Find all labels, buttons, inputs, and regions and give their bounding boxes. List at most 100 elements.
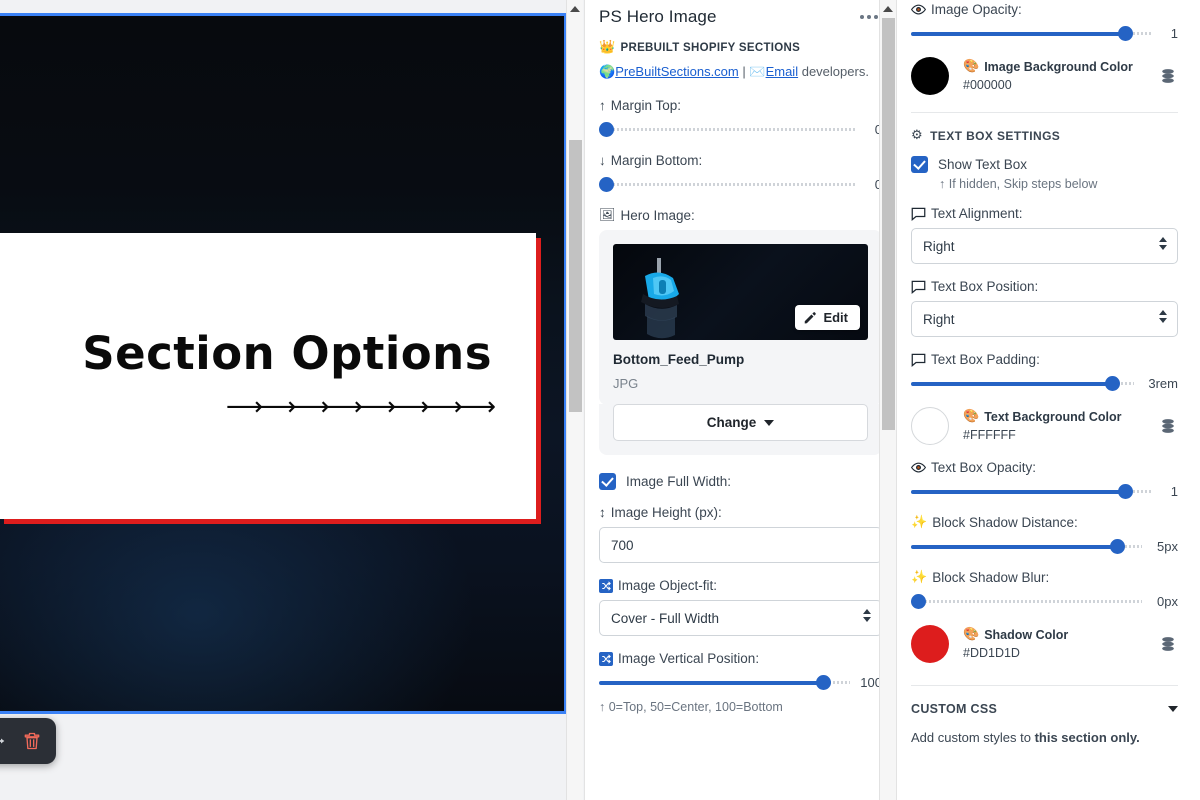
scroll-up-arrow[interactable] [567, 0, 583, 17]
change-image-button[interactable]: Change [613, 404, 868, 442]
slider-track-filled [911, 31, 1126, 36]
field-image-full-width[interactable]: Image Full Width: [599, 473, 882, 491]
text-background-color-hex: #FFFFFF [963, 427, 1016, 442]
block-shadow-blur-value: 0px [1157, 593, 1178, 609]
image-background-color-name-row: 🎨 Image Background Color [963, 59, 1144, 76]
image-opacity-slider[interactable] [911, 24, 1152, 42]
text-alignment-label: Text Alignment: [931, 206, 1023, 221]
field-image-object-fit: Image Object-fit: Cover - Full Width [599, 578, 882, 637]
text-box-settings-header: TEXT BOX SETTINGS [930, 128, 1061, 143]
image-background-color-hex: #000000 [963, 77, 1012, 92]
database-icon[interactable] [1158, 66, 1178, 86]
margin-bottom-slider[interactable] [599, 175, 856, 193]
slider-thumb[interactable] [599, 122, 614, 138]
move-icon[interactable] [0, 731, 6, 751]
margin-top-slider[interactable] [599, 120, 856, 138]
margin-top-label: Margin Top: [610, 98, 682, 114]
palette-icon: 🎨 [963, 626, 980, 642]
text-box-position-select[interactable]: Right [911, 301, 1178, 337]
gear-icon: ⚙ [911, 128, 924, 143]
image-background-color-swatch[interactable] [911, 57, 949, 95]
text-alignment-select[interactable]: Right [911, 228, 1178, 264]
text-background-color-swatch[interactable] [911, 407, 949, 445]
field-image-background-color: 🎨 Image Background Color #000000 [911, 57, 1178, 95]
image-background-color-name: Image Background Color [984, 60, 1133, 75]
section-float-toolbar[interactable] [0, 718, 56, 764]
block-shadow-distance-value: 5px [1157, 538, 1178, 554]
image-object-fit-label-row: Image Object-fit: [599, 578, 882, 593]
field-image-vertical-position: Image Vertical Position: 100 ↑ 0=Top, 50… [599, 651, 882, 714]
field-text-background-color: 🎨 Text Background Color #FFFFFF [911, 407, 1178, 445]
block-shadow-blur-slider[interactable] [911, 592, 1142, 610]
slider-thumb[interactable] [599, 177, 614, 193]
slider-thumb[interactable] [815, 675, 831, 691]
scroll-thumb[interactable] [569, 140, 582, 412]
hero-text-box[interactable]: Section Options ⟶⟶⟶⟶⟶⟶⟶⟶ [0, 233, 536, 519]
text-box-position-value: Right [923, 311, 955, 327]
image-object-fit-label: Image Object-fit: [618, 578, 718, 594]
margin-bottom-label-row: ↓ Margin Bottom: [599, 153, 882, 168]
eye-icon [911, 462, 926, 473]
custom-css-note-prefix: Add custom styles to [911, 730, 1035, 745]
image-vertical-position-hint: ↑ 0=Top, 50=Center, 100=Bottom [599, 700, 783, 715]
hero-heading: Section Options [82, 327, 492, 381]
eye-icon [911, 4, 926, 15]
image-object-fit-select[interactable]: Cover - Full Width [599, 600, 882, 637]
text-box-opacity-slider[interactable] [911, 482, 1152, 500]
speech-bubble-icon [911, 207, 926, 221]
slider-thumb[interactable] [1118, 484, 1134, 499]
select-spinner-icon [863, 609, 871, 623]
shadow-color-swatch[interactable] [911, 625, 949, 663]
shadow-color-name: Shadow Color [984, 628, 1069, 643]
sparkles-icon: ✨ [911, 570, 928, 585]
image-height-input[interactable] [599, 527, 882, 564]
show-text-box-checkbox[interactable] [911, 156, 928, 173]
brand-label: PREBUILT SHOPIFY SECTIONS [620, 41, 801, 54]
image-thumbnail[interactable]: Edit [613, 244, 868, 341]
section-divider [911, 112, 1178, 113]
margin-bottom-label: Margin Bottom: [610, 153, 703, 169]
edit-image-button[interactable]: Edit [795, 305, 860, 331]
text-box-padding-label-row: Text Box Padding: [911, 352, 1178, 367]
email-link[interactable]: Email [766, 64, 799, 79]
custom-css-header[interactable]: CUSTOM CSS [911, 702, 1178, 716]
trash-icon[interactable] [22, 731, 42, 751]
field-margin-top: ↑ Margin Top: 0 [599, 98, 882, 138]
selected-section-preview[interactable]: Section Options ⟶⟶⟶⟶⟶⟶⟶⟶ [0, 13, 567, 714]
slider-thumb[interactable] [1118, 26, 1134, 41]
database-icon[interactable] [1158, 634, 1178, 654]
field-show-text-box[interactable]: Show Text Box [911, 156, 1178, 173]
slider-track-filled [911, 381, 1112, 386]
settings-panel-scrollbar[interactable] [879, 0, 896, 800]
chevron-down-icon[interactable] [1168, 706, 1178, 712]
text-box-opacity-label: Text Box Opacity: [931, 460, 1037, 475]
image-vertical-position-slider[interactable] [599, 673, 851, 691]
shuffle-icon [599, 651, 613, 666]
slider-thumb[interactable] [1104, 376, 1120, 391]
pump-product-image [641, 258, 679, 339]
text-alignment-value: Right [923, 238, 955, 254]
image-full-width-checkbox[interactable] [599, 473, 616, 491]
block-shadow-distance-label-row: ✨ Block Shadow Distance: [911, 515, 1178, 530]
text-box-settings-panel: Image Opacity: 1 🎨 Image Background Colo… [896, 0, 1200, 800]
slider-thumb[interactable] [911, 594, 926, 609]
panel-header: PS Hero Image [599, 2, 882, 32]
image-file-type: JPG [613, 376, 639, 392]
block-shadow-distance-slider[interactable] [911, 537, 1142, 555]
preview-scrollbar[interactable] [566, 0, 583, 800]
website-link[interactable]: PreBuiltSections.com [615, 64, 739, 79]
slider-track-filled [911, 544, 1117, 549]
text-box-padding-slider[interactable] [911, 374, 1134, 392]
image-object-fit-value: Cover - Full Width [611, 610, 720, 626]
slider-thumb[interactable] [1109, 539, 1125, 554]
scroll-thumb[interactable] [882, 18, 895, 430]
image-preview-card: Edit Bottom_Feed_Pump JPG [599, 230, 882, 406]
scroll-up-arrow[interactable] [880, 0, 896, 17]
arrow-down-icon: ↓ [599, 153, 606, 169]
slider-track-filled [599, 680, 823, 685]
custom-css-note: Add custom styles to this section only. [911, 729, 1178, 747]
text-box-settings-header-row: ⚙ TEXT BOX SETTINGS [911, 128, 1178, 143]
image-opacity-label-row: Image Opacity: [911, 2, 1178, 17]
image-height-label-row: ↕ Image Height (px): [599, 505, 882, 520]
database-icon[interactable] [1158, 416, 1178, 436]
